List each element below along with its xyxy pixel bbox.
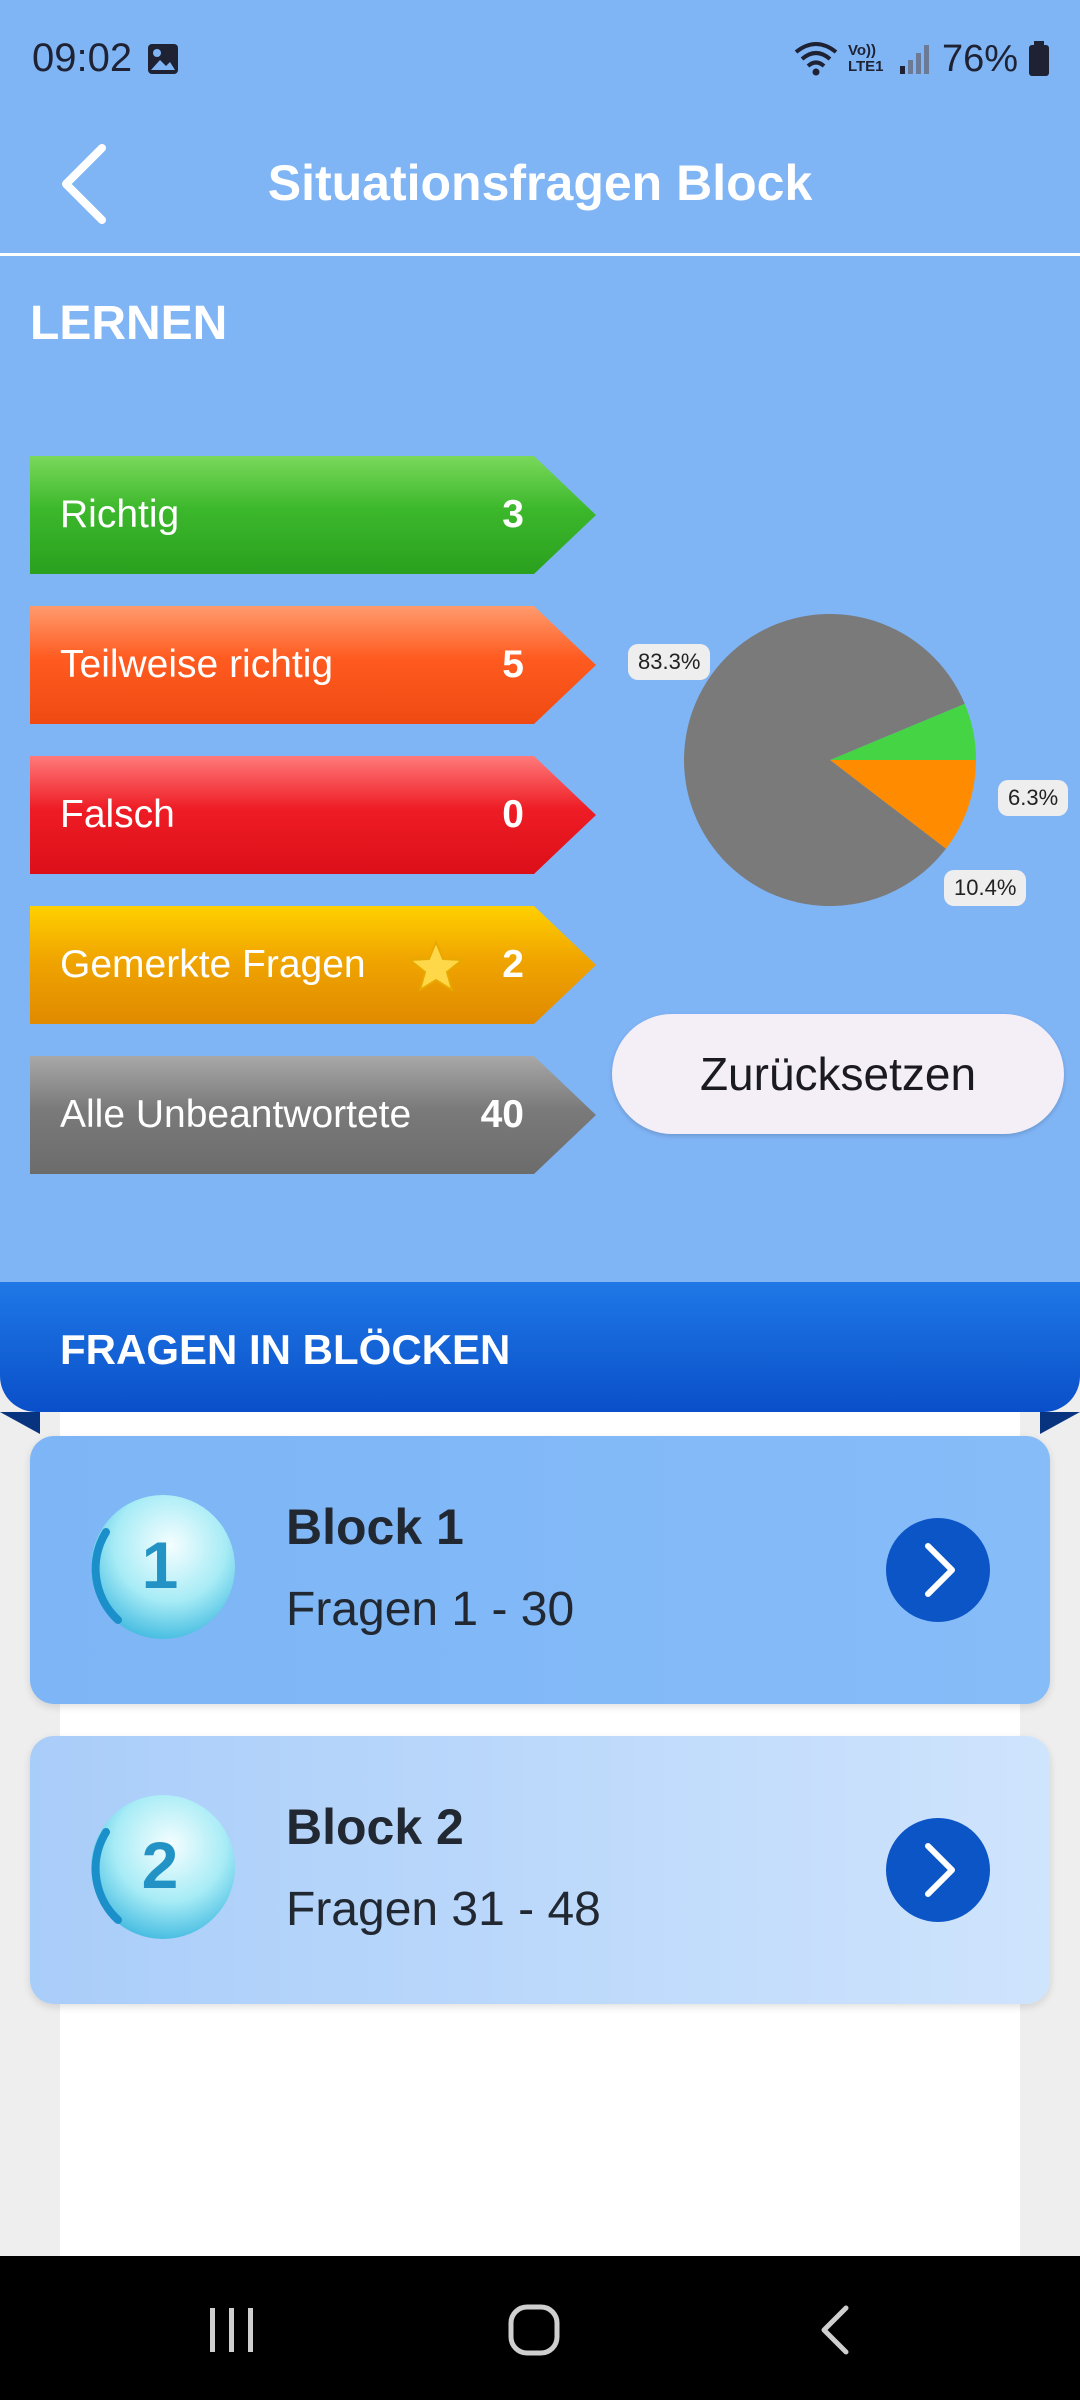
star-icon bbox=[408, 940, 464, 992]
stat-value: 5 bbox=[502, 643, 524, 686]
stat-label: Falsch bbox=[60, 793, 175, 836]
system-nav-bar bbox=[0, 2256, 1080, 2400]
block-title: Block 2 bbox=[286, 1799, 464, 1855]
stat-label: Alle Unbeantwortete bbox=[60, 1093, 412, 1136]
pie-label-partial: 10.4% bbox=[944, 870, 1027, 906]
stat-value: 2 bbox=[502, 943, 524, 986]
stat-value: 40 bbox=[480, 1093, 524, 1136]
stat-falsch[interactable]: Falsch 0 bbox=[30, 756, 596, 874]
number-badge-icon: 1 bbox=[91, 1495, 235, 1639]
section-title-lernen: LERNEN bbox=[30, 297, 228, 350]
stat-richtig[interactable]: Richtig 3 bbox=[30, 456, 596, 574]
block-card-1[interactable]: 1 Block 1 Fragen 1 - 30 bbox=[30, 1436, 1050, 1704]
wifi-icon bbox=[794, 42, 838, 76]
nav-back-icon[interactable] bbox=[806, 2302, 866, 2358]
image-icon bbox=[148, 44, 178, 74]
app-bar: Situationsfragen Block bbox=[0, 120, 1080, 256]
stat-gemerkte-fragen[interactable]: Gemerkte Fragen 2 bbox=[30, 906, 596, 1024]
stat-value: 3 bbox=[502, 493, 524, 536]
chevron-right-icon bbox=[925, 1543, 955, 1597]
block-subtitle: Fragen 31 - 48 bbox=[286, 1883, 601, 1936]
page-title: Situationsfragen Block bbox=[267, 155, 813, 211]
chevron-right-icon bbox=[925, 1843, 955, 1897]
ribbon-left bbox=[0, 1412, 40, 1434]
badge-number: 2 bbox=[142, 1828, 179, 1902]
battery-percent: 76% bbox=[941, 37, 1018, 80]
stat-label: Gemerkte Fragen bbox=[60, 943, 366, 986]
status-time: 09:02 bbox=[32, 36, 133, 80]
stat-value: 0 bbox=[502, 793, 524, 836]
ribbon-right bbox=[1040, 1412, 1080, 1434]
stat-label: Teilweise richtig bbox=[60, 643, 334, 686]
status-bar: 09:02 Vo)) LTE1 76% bbox=[0, 0, 1080, 120]
open-block-button[interactable] bbox=[886, 1818, 990, 1922]
stat-alle-unbeantwortete[interactable]: Alle Unbeantwortete 40 bbox=[30, 1056, 596, 1174]
pie-chart: 83.3% 6.3% 10.4% bbox=[620, 600, 1069, 920]
pie-label-unanswered: 83.3% bbox=[628, 644, 711, 680]
blocks-title: FRAGEN IN BLÖCKEN bbox=[60, 1326, 511, 1373]
recent-apps-icon[interactable] bbox=[202, 2302, 262, 2358]
pie-label-correct: 6.3% bbox=[998, 780, 1069, 816]
number-badge-icon: 2 bbox=[91, 1795, 235, 1939]
battery-icon bbox=[1029, 41, 1049, 76]
home-icon[interactable] bbox=[504, 2302, 564, 2358]
stat-teilweise-richtig[interactable]: Teilweise richtig 5 bbox=[30, 606, 596, 724]
open-block-button[interactable] bbox=[886, 1518, 990, 1622]
stat-label: Richtig bbox=[60, 493, 180, 536]
status-right: Vo)) LTE1 76% bbox=[794, 36, 1050, 82]
block-title: Block 1 bbox=[286, 1499, 464, 1555]
reset-button[interactable]: Zurücksetzen bbox=[612, 1014, 1064, 1134]
signal-icon bbox=[899, 45, 929, 74]
badge-number: 1 bbox=[142, 1528, 179, 1602]
block-card-2[interactable]: 2 Block 2 Fragen 31 - 48 bbox=[30, 1736, 1050, 2004]
blocks-header: FRAGEN IN BLÖCKEN bbox=[0, 1282, 1080, 1434]
network-label: Vo)) LTE1 bbox=[847, 42, 884, 75]
block-subtitle: Fragen 1 - 30 bbox=[286, 1583, 575, 1636]
